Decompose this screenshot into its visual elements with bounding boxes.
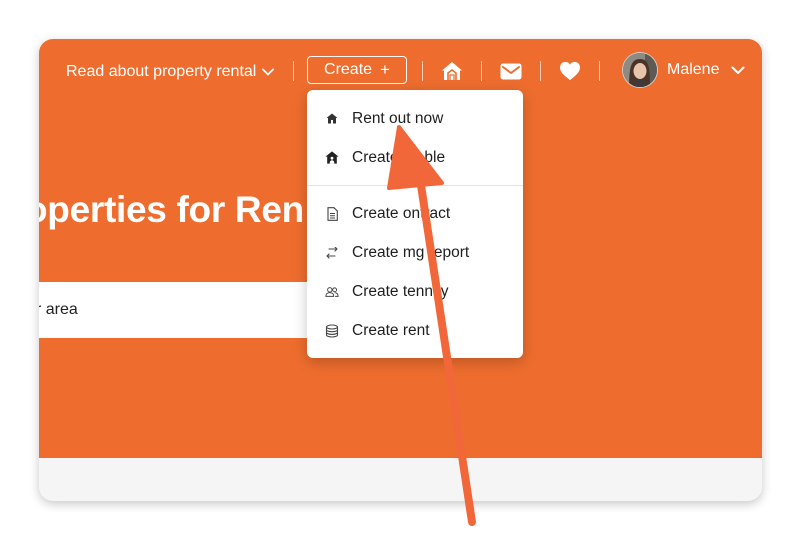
menu-item-rent-out-now[interactable]: Rent out now	[307, 99, 523, 138]
chevron-down-icon	[731, 66, 745, 74]
menu-item-create-rent[interactable]: Create rent	[307, 311, 523, 350]
read-about-rental-label: Read about property rental	[66, 63, 257, 80]
menu-divider	[307, 185, 523, 186]
page-title: operties for Ren	[39, 189, 304, 230]
create-dropdown-menu: Rent out now Create ntable Create ontrac…	[307, 90, 523, 358]
document-icon	[325, 206, 339, 221]
nav-separator	[481, 61, 482, 81]
house-small-icon	[325, 112, 339, 126]
nav-separator	[293, 61, 294, 81]
menu-item-create-listing[interactable]: Create ntable	[307, 138, 523, 177]
menu-item-create-contract[interactable]: Create ontract	[307, 194, 523, 233]
search-placeholder: r area	[39, 301, 78, 318]
house-person-icon	[325, 151, 339, 165]
coins-stack-icon	[325, 323, 339, 338]
plus-icon: +	[380, 60, 390, 79]
nav-separator	[599, 61, 600, 81]
create-button-label: Create	[324, 61, 373, 78]
heart-icon[interactable]	[558, 59, 582, 83]
nav-separator	[540, 61, 541, 81]
search-input[interactable]: r area	[39, 282, 339, 338]
menu-item-create-moving-report[interactable]: Create mg report	[307, 233, 523, 272]
create-button[interactable]: Create +	[307, 56, 407, 84]
swap-arrows-icon	[325, 246, 339, 260]
mail-icon[interactable]	[499, 59, 523, 83]
home-icon[interactable]	[440, 59, 464, 83]
user-name-label: Malene	[667, 61, 720, 78]
nav-separator	[422, 61, 423, 81]
menu-item-create-tenancy[interactable]: Create tenncy	[307, 272, 523, 311]
people-icon	[325, 285, 339, 299]
chevron-down-icon	[262, 68, 275, 76]
avatar[interactable]	[622, 52, 658, 88]
user-menu[interactable]: Malene	[667, 61, 745, 79]
read-about-rental-link[interactable]: Read about property rental	[66, 61, 275, 83]
